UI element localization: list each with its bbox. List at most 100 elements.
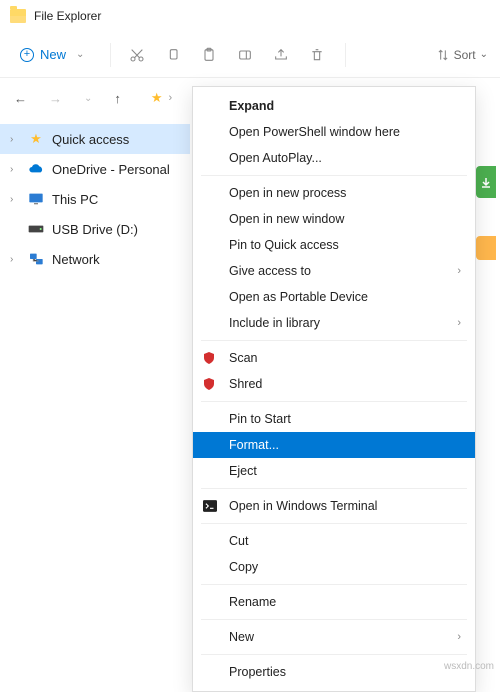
new-label: New [40, 47, 66, 62]
context-menu-label: Open as Portable Device [229, 290, 368, 304]
context-menu-item[interactable]: Properties [193, 659, 475, 685]
sort-label: Sort [454, 48, 476, 62]
chevron-right-icon: › [457, 265, 461, 277]
context-menu: Expand Open PowerShell window here Open Au… [192, 86, 476, 692]
paste-icon[interactable] [201, 47, 219, 63]
context-menu-label: Include in library [229, 316, 320, 330]
context-menu-label: Format... [229, 438, 279, 452]
monitor-icon [28, 191, 44, 207]
separator [201, 584, 467, 585]
chevron-right-icon: › [10, 194, 20, 205]
folder-badge[interactable] [476, 236, 496, 260]
context-menu-label: Cut [229, 534, 248, 548]
sidebar-item-usb-drive[interactable]: › USB Drive (D:) [0, 214, 190, 244]
history-dropdown[interactable]: ⌄ [84, 93, 92, 104]
separator [201, 488, 467, 489]
separator [201, 619, 467, 620]
cut-icon[interactable] [129, 47, 147, 63]
sort-icon [436, 48, 450, 62]
separator [201, 401, 467, 402]
sidebar-item-label: Network [52, 252, 100, 267]
sidebar-item-label: Quick access [52, 132, 129, 147]
copy-icon[interactable] [165, 47, 183, 63]
terminal-icon [203, 500, 219, 512]
chevron-right-icon: › [10, 134, 20, 145]
watermark: wsxdn.com [444, 661, 494, 672]
rename-icon[interactable] [237, 47, 255, 63]
context-menu-item[interactable]: Include in library › [193, 310, 475, 336]
sidebar-item-label: This PC [52, 192, 98, 207]
context-menu-label: Properties [229, 665, 286, 679]
context-menu-label: Shred [229, 377, 262, 391]
context-menu-item[interactable]: Scan [193, 345, 475, 371]
context-menu-item[interactable]: Open as Portable Device [193, 284, 475, 310]
separator [201, 654, 467, 655]
context-menu-item[interactable]: Expand [193, 93, 475, 119]
context-menu-item[interactable]: Eject [193, 458, 475, 484]
context-menu-label: Open in new process [229, 186, 346, 200]
context-menu-item[interactable]: Shred [193, 371, 475, 397]
sidebar-item-this-pc[interactable]: › This PC [0, 184, 190, 214]
context-menu-label: Open PowerShell window here [229, 125, 400, 139]
share-icon[interactable] [273, 47, 291, 63]
separator [201, 340, 467, 341]
context-menu-item[interactable]: Pin to Quick access [193, 232, 475, 258]
sidebar-item-label: USB Drive (D:) [52, 222, 138, 237]
chevron-right-icon: › [10, 254, 20, 265]
cloud-icon [28, 161, 44, 177]
plus-icon: + [20, 48, 34, 62]
context-menu-item[interactable]: Cut [193, 528, 475, 554]
context-menu-label: Eject [229, 464, 257, 478]
window-title: File Explorer [34, 9, 101, 23]
context-menu-item[interactable]: Open PowerShell window here [193, 119, 475, 145]
context-menu-label: Pin to Quick access [229, 238, 339, 252]
forward-button[interactable]: → [49, 91, 62, 106]
sidebar-item-quick-access[interactable]: › ★ Quick access [0, 124, 190, 154]
chevron-right-icon: › [169, 92, 173, 104]
new-button[interactable]: + New ⌄ [12, 43, 92, 66]
star-icon: ★ [151, 90, 163, 106]
context-menu-label: Expand [229, 99, 274, 113]
toolbar: + New ⌄ Sort ⌄ [0, 32, 500, 78]
context-menu-label: New [229, 630, 254, 644]
separator [201, 523, 467, 524]
sidebar-item-network[interactable]: › Network [0, 244, 190, 274]
titlebar: File Explorer [0, 0, 500, 32]
divider [110, 43, 111, 67]
context-menu-label: Scan [229, 351, 258, 365]
drive-icon [28, 221, 44, 237]
network-icon [28, 251, 44, 267]
sort-button[interactable]: Sort ⌄ [436, 48, 488, 62]
download-badge[interactable] [476, 166, 496, 198]
context-menu-label: Open AutoPlay... [229, 151, 322, 165]
chevron-right-icon: › [457, 317, 461, 329]
delete-icon[interactable] [309, 47, 327, 63]
shield-icon [203, 351, 219, 365]
chevron-down-icon: ⌄ [480, 49, 488, 60]
context-menu-item[interactable]: Copy [193, 554, 475, 580]
address-bar[interactable]: ★ › [151, 90, 172, 106]
context-menu-item[interactable]: Open in new process [193, 180, 475, 206]
sidebar-item-label: OneDrive - Personal [52, 162, 170, 177]
context-menu-label: Open in Windows Terminal [229, 499, 377, 513]
context-menu-label: Pin to Start [229, 412, 291, 426]
folder-icon [10, 9, 26, 23]
context-menu-item[interactable]: Format... [193, 432, 475, 458]
context-menu-label: Open in new window [229, 212, 344, 226]
chevron-down-icon: ⌄ [76, 49, 84, 60]
context-menu-item[interactable]: Open AutoPlay... [193, 145, 475, 171]
chevron-right-icon: › [457, 631, 461, 643]
separator [201, 175, 467, 176]
sidebar-item-onedrive[interactable]: › OneDrive - Personal [0, 154, 190, 184]
back-button[interactable]: ← [14, 91, 27, 106]
context-menu-item[interactable]: Open in Windows Terminal [193, 493, 475, 519]
up-button[interactable]: ↑ [114, 91, 121, 106]
context-menu-item[interactable]: Give access to › [193, 258, 475, 284]
context-menu-item[interactable]: Pin to Start [193, 406, 475, 432]
context-menu-item[interactable]: Rename [193, 589, 475, 615]
context-menu-label: Give access to [229, 264, 311, 278]
divider [345, 43, 346, 67]
context-menu-item[interactable]: New › [193, 624, 475, 650]
context-menu-item[interactable]: Open in new window [193, 206, 475, 232]
sidebar: › ★ Quick access › OneDrive - Personal ›… [0, 118, 190, 280]
